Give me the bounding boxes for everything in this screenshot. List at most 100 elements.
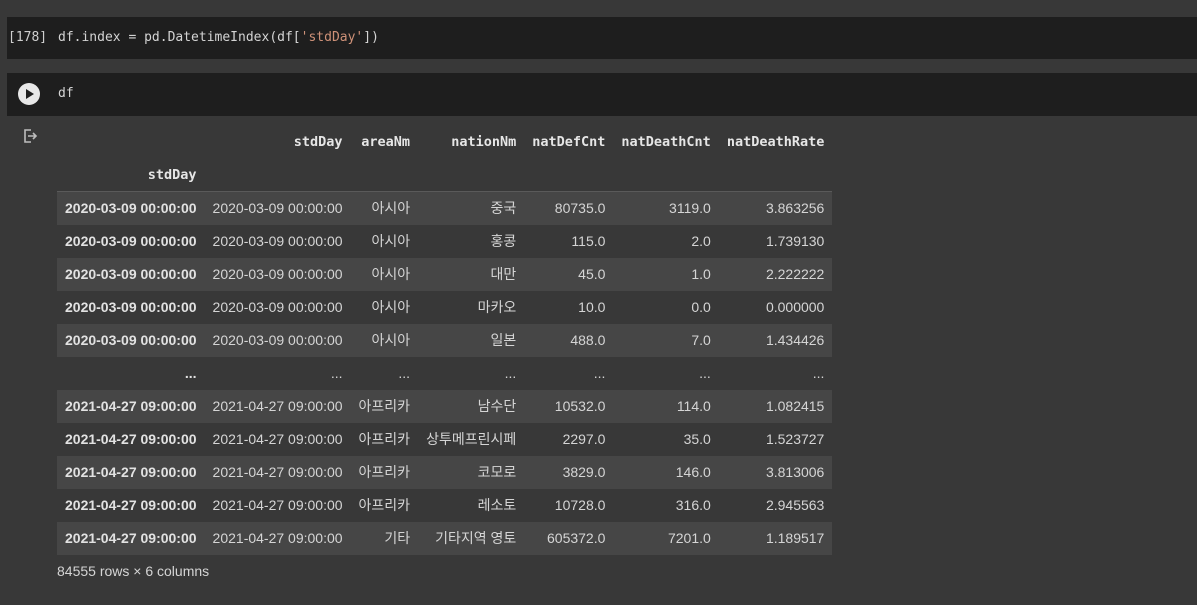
table-cell: 3.813006 xyxy=(765,464,825,480)
table-cell: 상투메프린시페 xyxy=(426,431,517,447)
table-cell: 2020-03-09 00:00:00 xyxy=(212,233,343,249)
table-cell: 아프리카 xyxy=(358,497,411,513)
table-cell: ... xyxy=(504,365,517,381)
table-row: 2020-03-09 00:00:00 2020-03-09 00:00:00 아시… xyxy=(57,191,833,225)
table-cell: ... xyxy=(330,365,343,381)
table-cell: 아시아 xyxy=(371,233,411,249)
table-cell: 1.082415 xyxy=(765,398,825,414)
table-cell: 7.0 xyxy=(691,332,711,348)
output-redirect-icon[interactable] xyxy=(22,128,38,144)
row-index: 2020-03-09 00:00:00 xyxy=(65,266,197,282)
table-cell: 1.523727 xyxy=(765,431,825,447)
table-cell: 기타 xyxy=(384,530,411,546)
blank-header xyxy=(351,158,419,192)
code-cell-df[interactable]: df xyxy=(7,73,1197,116)
column-header: stdDay xyxy=(293,133,343,150)
table-row: 2020-03-09 00:00:00 2020-03-09 00:00:00 아시… xyxy=(57,323,833,357)
table-cell: 605372.0 xyxy=(547,530,606,546)
table-cell: 1.189517 xyxy=(765,530,825,546)
table-cell: 2021-04-27 09:00:00 xyxy=(212,398,343,414)
table-cell: 3.863256 xyxy=(765,200,825,217)
table-row: ..................... xyxy=(57,357,832,390)
table-cell: 10532.0 xyxy=(554,398,606,414)
table-cell: 아프리카 xyxy=(358,431,411,447)
table-cell: 아프리카 xyxy=(358,464,411,480)
table-cell: 7201.0 xyxy=(667,530,711,546)
row-index: 2021-04-27 09:00:00 xyxy=(65,464,197,480)
column-header: natDeathCnt xyxy=(621,133,711,150)
table-cell: 10.0 xyxy=(578,299,606,315)
table-cell: ... xyxy=(699,365,711,381)
table-cell: 3119.0 xyxy=(669,200,711,217)
table-cell: 2020-03-09 00:00:00 xyxy=(212,266,343,282)
row-index: 2020-03-09 00:00:00 xyxy=(65,233,197,249)
table-cell: 2020-03-09 00:00:00 xyxy=(212,200,343,217)
blank-header xyxy=(524,158,613,192)
table-row: 2021-04-27 09:00:00 2021-04-27 09:00:00 아프… xyxy=(57,489,832,522)
table-cell: 중국 xyxy=(490,200,517,217)
table-row: 2020-03-09 00:00:00 2020-03-09 00:00:00 아시… xyxy=(57,291,832,324)
table-row: 2020-03-09 00:00:00 2020-03-09 00:00:00 아시… xyxy=(57,225,832,258)
row-index: ... xyxy=(184,365,197,381)
table-cell: 0.0 xyxy=(691,299,711,315)
table-cell: 대만 xyxy=(490,266,517,282)
column-header-row: stdDay areaNm nationNm natDefCnt natDeat… xyxy=(57,125,832,158)
index-name-header: stdDay xyxy=(147,166,197,183)
index-name-row: stdDay xyxy=(57,158,833,192)
table-cell: ... xyxy=(812,365,825,381)
table-row: 2021-04-27 09:00:00 2021-04-27 09:00:00 아프… xyxy=(57,423,832,456)
blank-header xyxy=(613,158,718,192)
table-cell: 홍콩 xyxy=(490,233,517,249)
table-cell: ... xyxy=(593,365,606,381)
table-cell: 316.0 xyxy=(675,497,711,513)
table-cell: 45.0 xyxy=(578,266,606,282)
table-cell: 아시아 xyxy=(371,332,411,348)
table-cell: 115.0 xyxy=(571,233,606,249)
table-cell: 2.222222 xyxy=(765,266,825,282)
table-cell: 2297.0 xyxy=(562,431,606,447)
table-cell: 2.0 xyxy=(691,233,711,249)
table-cell: 35.0 xyxy=(683,431,711,447)
table-cell: 2020-03-09 00:00:00 xyxy=(212,299,343,315)
table-cell: 0.000000 xyxy=(765,299,825,315)
code-prefix: df.index = pd.DatetimeIndex(df[ xyxy=(58,30,301,45)
table-cell: 아시아 xyxy=(371,299,411,315)
table-cell: 2021-04-27 09:00:00 xyxy=(212,530,343,546)
table-row: 2021-04-27 09:00:00 2021-04-27 09:00:00 아프… xyxy=(57,389,833,423)
run-cell-button[interactable] xyxy=(18,83,40,105)
blank-header xyxy=(418,158,524,192)
table-row: 2021-04-27 09:00:00 2021-04-27 09:00:00 아프… xyxy=(57,455,833,489)
table-cell: 2021-04-27 09:00:00 xyxy=(212,431,343,447)
blank-header xyxy=(205,158,351,192)
code-line[interactable]: df xyxy=(58,86,74,101)
code-cell-178[interactable]: [178] df.index = pd.DatetimeIndex(df['st… xyxy=(7,17,1197,59)
column-header: natDefCnt xyxy=(532,133,606,150)
code-suffix: ]) xyxy=(363,30,379,45)
table-cell: 아시아 xyxy=(371,200,411,217)
row-index: 2020-03-09 00:00:00 xyxy=(65,299,197,315)
column-header: natDeathRate xyxy=(726,133,825,150)
column-header: areaNm xyxy=(361,133,411,150)
table-cell: 80735.0 xyxy=(554,200,606,217)
table-cell: 레소토 xyxy=(477,497,517,513)
code-line[interactable]: df.index = pd.DatetimeIndex(df['stdDay']… xyxy=(58,30,379,45)
row-index: 2020-03-09 00:00:00 xyxy=(65,200,197,217)
table-cell: 일본 xyxy=(490,332,517,348)
dataframe-table: stdDay areaNm nationNm natDefCnt natDeat… xyxy=(57,125,833,555)
table-cell: 3829.0 xyxy=(562,464,606,480)
table-cell: 아시아 xyxy=(371,266,411,282)
index-header-blank xyxy=(57,125,205,158)
table-row: 2021-04-27 09:00:00 2021-04-27 09:00:00 기타… xyxy=(57,521,833,555)
row-index: 2020-03-09 00:00:00 xyxy=(65,332,197,348)
table-row: 2020-03-09 00:00:00 2020-03-09 00:00:00 아시… xyxy=(57,257,833,291)
code-string-literal: 'stdDay' xyxy=(300,30,364,45)
table-cell: 코모로 xyxy=(477,464,517,480)
table-cell: ... xyxy=(398,365,411,381)
table-cell: 아프리카 xyxy=(358,398,411,414)
table-cell: 488.0 xyxy=(570,332,606,348)
table-cell: 마카오 xyxy=(477,299,517,315)
table-cell: 2020-03-09 00:00:00 xyxy=(212,332,343,348)
table-cell: 기타지역 영토 xyxy=(435,530,517,546)
table-cell: 146.0 xyxy=(675,464,711,480)
row-index: 2021-04-27 09:00:00 xyxy=(65,431,197,447)
